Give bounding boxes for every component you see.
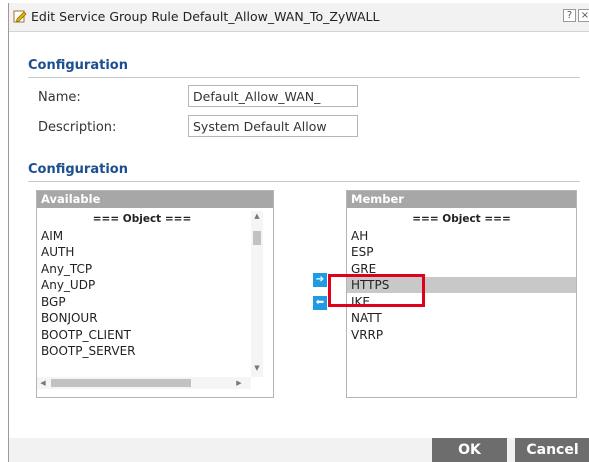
highlight-annotation xyxy=(328,274,425,307)
list-item[interactable]: BOOTP_SERVER xyxy=(37,343,251,359)
scroll-thumb[interactable] xyxy=(253,231,261,245)
cancel-button[interactable]: Cancel xyxy=(515,438,589,462)
help-icon[interactable]: ? xyxy=(563,9,576,22)
scroll-thumb[interactable] xyxy=(51,379,191,387)
list-item[interactable]: BGP xyxy=(37,294,251,310)
member-list-header: Member xyxy=(347,191,576,208)
dialog-title: Edit Service Group Rule Default_Allow_WA… xyxy=(31,9,380,24)
ok-button[interactable]: OK xyxy=(432,438,507,462)
available-list[interactable]: Available === Object === AIM AUTH Any_TC… xyxy=(36,190,274,398)
dialog-titlebar: Edit Service Group Rule Default_Allow_WA… xyxy=(9,3,589,32)
section-heading-configuration: Configuration xyxy=(28,58,128,73)
name-field[interactable] xyxy=(188,85,358,107)
description-field[interactable] xyxy=(188,115,358,137)
section-heading-members: Configuration xyxy=(28,162,128,177)
available-list-header: Available xyxy=(37,191,273,208)
list-item[interactable]: Any_UDP xyxy=(37,277,251,293)
list-item[interactable]: AUTH xyxy=(37,244,251,260)
scroll-down-icon[interactable]: ▼ xyxy=(251,364,263,372)
description-label: Description: xyxy=(38,120,117,135)
scroll-up-icon[interactable]: ▲ xyxy=(251,212,263,220)
scroll-left-icon[interactable]: ◀ xyxy=(37,379,49,387)
list-item[interactable]: NATT xyxy=(347,310,576,326)
list-item[interactable]: VRRP xyxy=(347,327,576,343)
list-item[interactable]: BONJOUR xyxy=(37,310,251,326)
edit-icon xyxy=(13,10,27,23)
list-group-header: === Object === xyxy=(92,213,192,225)
list-item[interactable]: ESP xyxy=(347,244,576,260)
section-divider xyxy=(28,181,580,182)
horizontal-scrollbar[interactable]: ◀ ▶ xyxy=(37,377,251,389)
list-item[interactable]: Any_TCP xyxy=(37,261,251,277)
move-left-button[interactable]: ⬅ xyxy=(313,296,327,310)
list-item[interactable]: AH xyxy=(347,228,576,244)
list-item[interactable]: AIM xyxy=(37,228,251,244)
edit-service-group-dialog: Edit Service Group Rule Default_Allow_WA… xyxy=(8,3,589,462)
name-label: Name: xyxy=(38,90,81,105)
close-icon[interactable]: × xyxy=(578,9,589,22)
list-item[interactable]: BOOTP_CLIENT xyxy=(37,327,251,343)
section-divider xyxy=(28,77,580,78)
vertical-scrollbar[interactable]: ▲ ▼ xyxy=(251,211,263,377)
list-group-header: === Object === xyxy=(412,213,511,225)
scroll-right-icon[interactable]: ▶ xyxy=(233,379,245,387)
move-right-button[interactable]: ➔ xyxy=(313,273,327,287)
